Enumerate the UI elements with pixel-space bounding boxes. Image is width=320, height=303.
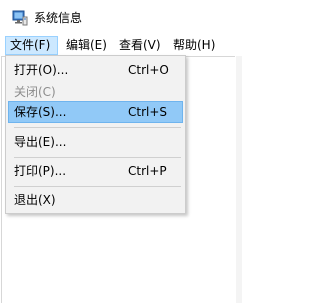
menu-item-close-label: 关闭(C) [14,85,56,99]
menu-separator [14,157,181,158]
menu-item-print-label: 打印(P)... [14,164,67,178]
menu-item-print-shortcut: Ctrl+P [128,164,167,178]
menu-separator [14,127,181,128]
menu-item-save[interactable]: 保存(S)... Ctrl+S [8,101,183,123]
window-edge [236,56,242,303]
menu-item-open[interactable]: 打开(O)... Ctrl+O [8,59,183,81]
menu-item-open-label: 打开(O)... [14,63,69,77]
window-title: 系统信息 [34,11,83,25]
menu-item-export[interactable]: 导出(E)... [8,131,183,153]
menu-separator [14,186,181,187]
menu-item-exit[interactable]: 退出(X) [8,189,183,211]
menu-bar: 文件(F) 编辑(E) 查看(V) 帮助(H) [0,36,242,55]
menu-item-save-shortcut: Ctrl+S [128,105,168,119]
menu-item-save-label: 保存(S)... [14,105,67,119]
menu-item-exit-label: 退出(X) [14,193,56,207]
menu-edit[interactable]: 编辑(E) [62,36,110,55]
menu-file[interactable]: 文件(F) [5,36,58,55]
menu-item-export-label: 导出(E)... [14,135,67,149]
menu-item-open-shortcut: Ctrl+O [128,63,169,77]
file-menu-dropdown: 打开(O)... Ctrl+O 关闭(C) 保存(S)... Ctrl+S 导出… [5,55,186,214]
menu-help[interactable]: 帮助(H) [169,36,221,55]
menu-item-close: 关闭(C) [8,81,183,103]
menu-item-print[interactable]: 打印(P)... Ctrl+P [8,160,183,182]
title-bar: 系统信息 [0,0,242,36]
menu-view[interactable]: 查看(V) [115,36,165,55]
system-info-window: 系统信息 文件(F) 编辑(E) 查看(V) 帮助(H) 打开(O)... Ct… [0,0,242,303]
system-info-icon[interactable] [12,10,28,26]
